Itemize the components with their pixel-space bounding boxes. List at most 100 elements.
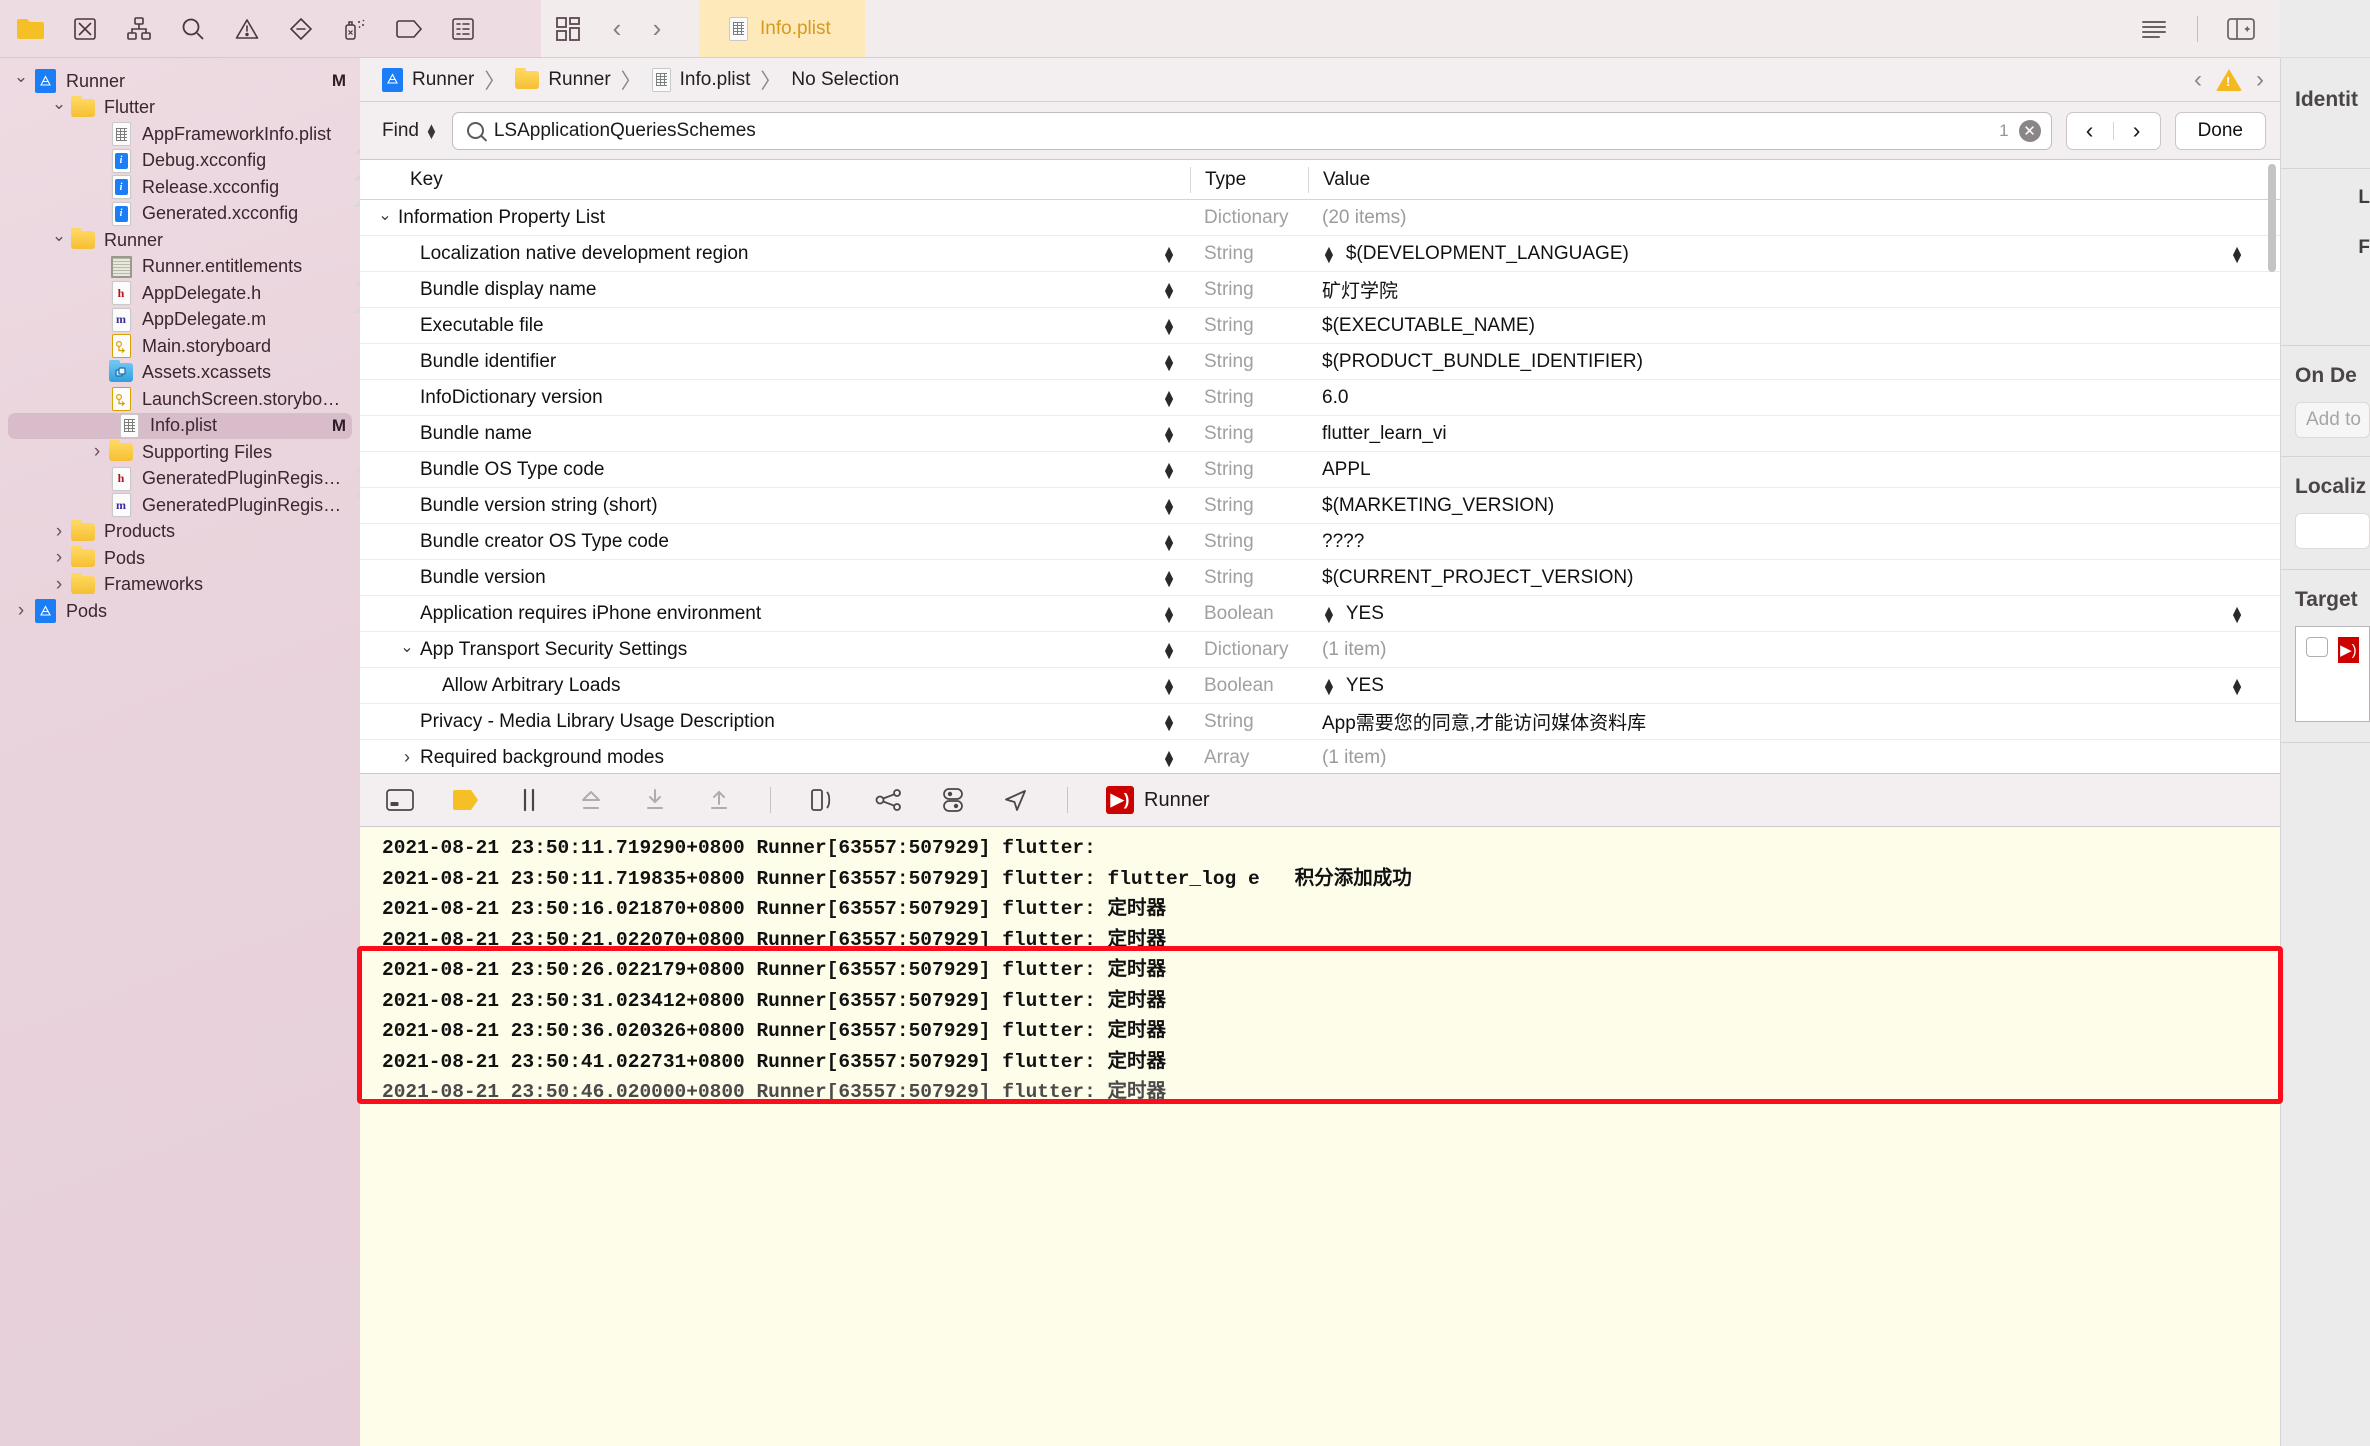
plist-value-cell[interactable]: App需要您的同意,才能访问媒体资料库 xyxy=(1308,708,2280,735)
plist-value-cell[interactable]: (1 item) xyxy=(1308,639,2280,661)
issue-next-button[interactable]: › xyxy=(2256,66,2264,94)
forward-chevron-icon[interactable]: › xyxy=(639,9,675,49)
column-header-type[interactable]: Type xyxy=(1190,167,1308,193)
disclosure-triangle-icon[interactable] xyxy=(48,230,70,250)
warning-triangle-icon[interactable] xyxy=(2216,69,2242,91)
step-over-icon[interactable] xyxy=(578,788,604,812)
text-lines-icon[interactable] xyxy=(2137,12,2171,46)
target-membership-box[interactable]: ▶) xyxy=(2295,626,2370,722)
environment-overrides-icon[interactable] xyxy=(941,788,965,812)
key-stepper-icon[interactable]: ▲▼ xyxy=(1162,678,1176,694)
sidebar-item-appframeworkinfo-plist[interactable]: AppFrameworkInfo.plist xyxy=(0,121,360,148)
key-stepper-icon[interactable]: ▲▼ xyxy=(1162,354,1176,370)
plist-value-cell[interactable]: ▲▼$(DEVELOPMENT_LANGUAGE)▲▼ xyxy=(1308,243,2280,265)
disclosure-triangle-icon[interactable] xyxy=(48,98,70,118)
disclosure-triangle-icon[interactable] xyxy=(48,521,70,543)
table-row[interactable]: Bundle version▲▼String$(CURRENT_PROJECT_… xyxy=(360,560,2280,596)
table-row[interactable]: Bundle display name▲▼String矿灯学院 xyxy=(360,272,2280,308)
sidebar-item-info-plist[interactable]: Info.plistM xyxy=(8,413,352,440)
key-stepper-icon[interactable]: ▲▼ xyxy=(1162,498,1176,514)
table-row[interactable]: Privacy - Media Library Usage Descriptio… xyxy=(360,704,2280,740)
plist-value-cell[interactable]: APPL xyxy=(1308,459,2280,481)
plist-key-cell[interactable]: Localization native development region▲▼ xyxy=(360,243,1190,265)
location-icon[interactable] xyxy=(1003,788,1029,812)
key-stepper-icon[interactable]: ▲▼ xyxy=(1162,714,1176,730)
key-stepper-icon[interactable]: ▲▼ xyxy=(1162,246,1176,262)
sidebar-item-appdelegate-m[interactable]: mAppDelegate.m xyxy=(0,307,360,334)
sidebar-item-runner-entitlements[interactable]: Runner.entitlements xyxy=(0,254,360,281)
plist-type-cell[interactable]: String xyxy=(1190,279,1308,301)
sidebar-item-frameworks[interactable]: Frameworks xyxy=(0,572,360,599)
table-row[interactable]: Bundle OS Type code▲▼StringAPPL xyxy=(360,452,2280,488)
plist-type-cell[interactable]: Boolean xyxy=(1190,603,1308,625)
plist-value-cell[interactable]: (20 items) xyxy=(1308,207,2280,229)
debug-process-chip[interactable]: ▶) Runner xyxy=(1106,786,1210,814)
sidebar-item-assets-xcassets[interactable]: Assets.xcassets xyxy=(0,360,360,387)
sidebar-item-generated-xcconfig[interactable]: iGenerated.xcconfig xyxy=(0,201,360,228)
find-mode-selector[interactable]: Find ▲▼ xyxy=(382,120,438,142)
x-diamond-icon[interactable] xyxy=(68,12,102,46)
view-hierarchy-icon[interactable] xyxy=(809,788,837,812)
key-stepper-icon[interactable]: ▲▼ xyxy=(1162,534,1176,550)
plist-key-cell[interactable]: Allow Arbitrary Loads▲▼ xyxy=(360,675,1190,697)
disclosure-triangle-icon[interactable] xyxy=(394,747,420,768)
plist-type-cell[interactable]: String xyxy=(1190,351,1308,373)
console-output[interactable]: 2021-08-21 23:50:11.719290+0800 Runner[6… xyxy=(360,827,2280,1446)
key-stepper-icon[interactable]: ▲▼ xyxy=(1162,750,1176,766)
disclosure-triangle-icon[interactable] xyxy=(48,574,70,596)
plist-type-cell[interactable]: Dictionary xyxy=(1190,639,1308,661)
plist-type-cell[interactable]: String xyxy=(1190,531,1308,553)
tag-icon[interactable] xyxy=(392,12,426,46)
find-done-button[interactable]: Done xyxy=(2175,112,2266,150)
folder-icon[interactable] xyxy=(14,12,48,46)
target-checkbox[interactable] xyxy=(2306,637,2328,657)
inspector-panel-icon[interactable] xyxy=(2224,12,2258,46)
tab-info-plist[interactable]: Info.plist xyxy=(699,0,865,57)
table-row[interactable]: Executable file▲▼String$(EXECUTABLE_NAME… xyxy=(360,308,2280,344)
sidebar-item-runner[interactable]: Runner xyxy=(0,227,360,254)
plist-key-cell[interactable]: Bundle version string (short)▲▼ xyxy=(360,495,1190,517)
sidebar-item-flutter[interactable]: Flutter xyxy=(0,95,360,122)
console-toggle-icon[interactable] xyxy=(386,788,414,812)
value-stepper-icon[interactable]: ▲▼ xyxy=(1322,606,1336,622)
sidebar-item-generatedpluginregistrant-h[interactable]: hGeneratedPluginRegistrant.h xyxy=(0,466,360,493)
table-row[interactable]: Bundle creator OS Type code▲▼String???? xyxy=(360,524,2280,560)
find-prev-button[interactable]: ‹ xyxy=(2067,113,2113,149)
disclosure-triangle-icon[interactable] xyxy=(86,441,108,463)
key-stepper-icon[interactable]: ▲▼ xyxy=(1162,642,1176,658)
plist-key-cell[interactable]: Bundle display name▲▼ xyxy=(360,279,1190,301)
spray-icon[interactable] xyxy=(338,12,372,46)
warning-icon[interactable] xyxy=(230,12,264,46)
vertical-scrollbar[interactable] xyxy=(2268,164,2276,272)
step-out-icon[interactable] xyxy=(706,788,732,812)
hierarchy-icon[interactable] xyxy=(122,12,156,46)
plist-type-cell[interactable]: String xyxy=(1190,243,1308,265)
sidebar-item-supporting-files[interactable]: Supporting Files xyxy=(0,439,360,466)
value-stepper-right-icon[interactable]: ▲▼ xyxy=(2230,606,2280,622)
table-row[interactable]: App Transport Security Settings▲▼Diction… xyxy=(360,632,2280,668)
plist-rows[interactable]: Information Property ListDictionary(20 i… xyxy=(360,200,2280,773)
table-row[interactable]: Application requires iPhone environment▲… xyxy=(360,596,2280,632)
disclosure-triangle-icon[interactable] xyxy=(10,600,32,622)
breadcrumb-item-project[interactable]: Runner xyxy=(382,68,474,92)
breadcrumb-item-folder[interactable]: Runner xyxy=(515,69,610,91)
plist-key-cell[interactable]: Bundle creator OS Type code▲▼ xyxy=(360,531,1190,553)
breadcrumb-item-selection[interactable]: No Selection xyxy=(791,69,899,91)
key-stepper-icon[interactable]: ▲▼ xyxy=(1162,462,1176,478)
key-stepper-icon[interactable]: ▲▼ xyxy=(1162,390,1176,406)
plist-value-cell[interactable]: ???? xyxy=(1308,531,2280,553)
list-icon[interactable] xyxy=(446,12,480,46)
sidebar-item-release-xcconfig[interactable]: iRelease.xcconfig xyxy=(0,174,360,201)
table-row[interactable]: Bundle version string (short)▲▼String$(M… xyxy=(360,488,2280,524)
sidebar-item-debug-xcconfig[interactable]: iDebug.xcconfig xyxy=(0,148,360,175)
plist-key-cell[interactable]: Executable file▲▼ xyxy=(360,315,1190,337)
plist-value-cell[interactable]: 矿灯学院 xyxy=(1308,276,2280,303)
plist-key-cell[interactable]: Bundle name▲▼ xyxy=(360,423,1190,445)
sidebar-item-main-storyboard[interactable]: Main.storyboard xyxy=(0,333,360,360)
plist-type-cell[interactable]: String xyxy=(1190,423,1308,445)
disclosure-triangle-icon[interactable] xyxy=(48,547,70,569)
key-stepper-icon[interactable]: ▲▼ xyxy=(1162,318,1176,334)
find-next-button[interactable]: › xyxy=(2114,113,2160,149)
table-row[interactable]: Bundle name▲▼Stringflutter_learn_vi xyxy=(360,416,2280,452)
key-stepper-icon[interactable]: ▲▼ xyxy=(1162,570,1176,586)
